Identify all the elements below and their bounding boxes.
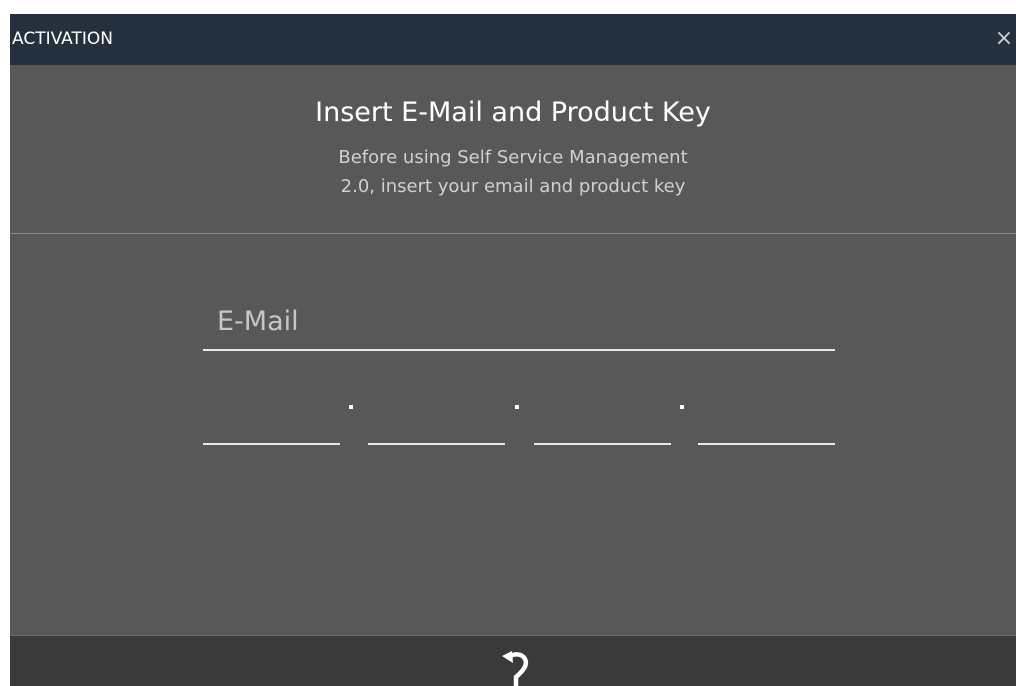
product-key-separator-1: [348, 405, 354, 411]
product-key-segment-2[interactable]: [368, 402, 505, 445]
header-divider: [10, 233, 1016, 234]
activation-window: ACTIVATION × Insert E-Mail and Product K…: [10, 14, 1016, 686]
email-field-container: [203, 294, 835, 354]
product-key-row: [203, 402, 835, 447]
undo-icon: [502, 651, 529, 686]
product-key-segment-3[interactable]: [534, 402, 671, 445]
window-title: ACTIVATION: [12, 29, 113, 49]
product-key-separator-3: [679, 405, 685, 411]
header-subtitle-line-2: 2.0, insert your email and product key: [340, 176, 686, 197]
product-key-segment-4[interactable]: [698, 402, 835, 445]
email-field[interactable]: [203, 294, 835, 351]
title-bar: ACTIVATION ×: [10, 14, 1016, 65]
close-button[interactable]: ×: [992, 24, 1016, 54]
undo-button[interactable]: [496, 644, 536, 686]
header-title: Insert E-Mail and Product Key: [315, 97, 711, 128]
product-key-separator-2: [514, 405, 520, 411]
header-subtitle-line-1: Before using Self Service Management: [338, 147, 688, 168]
footer-bar: [10, 635, 1016, 686]
header-subtitle: Before using Self Service Management 2.0…: [10, 143, 1016, 201]
header: Insert E-Mail and Product Key Before usi…: [10, 65, 1016, 233]
product-key-segment-1[interactable]: [203, 402, 340, 445]
